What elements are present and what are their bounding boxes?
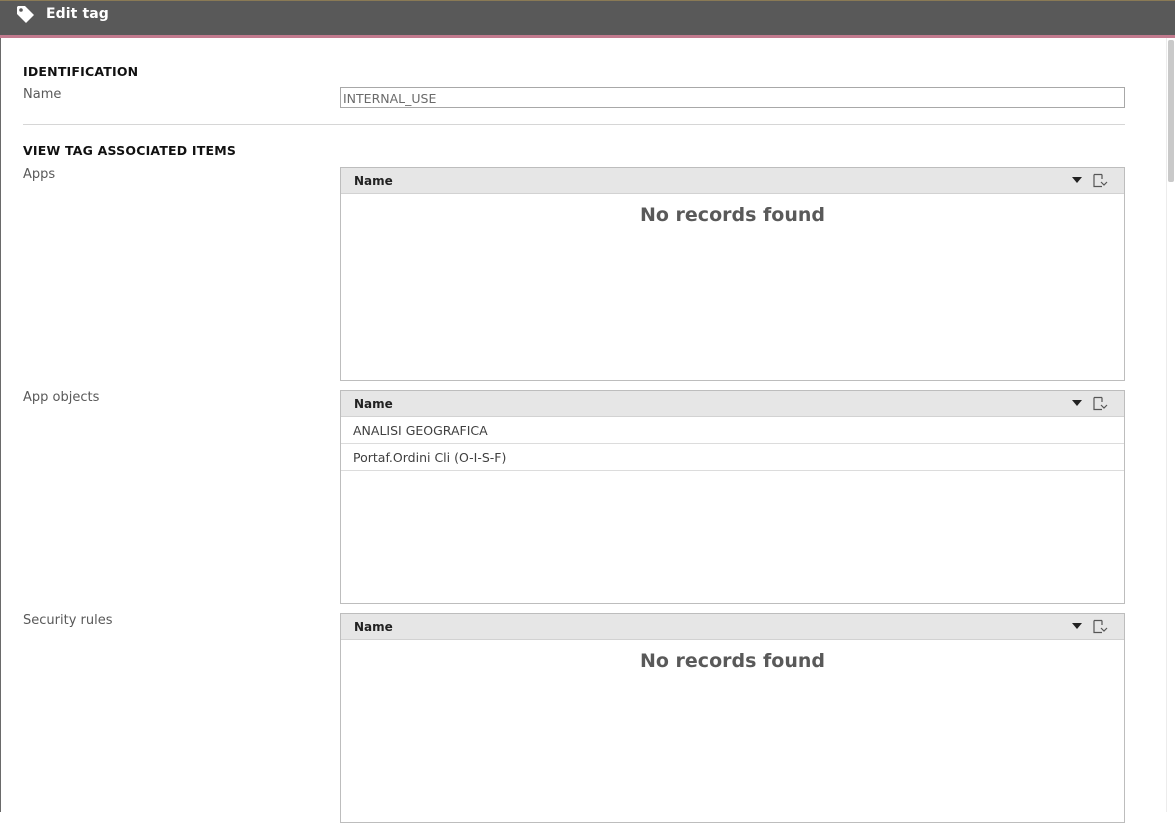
tag-icon: [17, 6, 34, 23]
name-label: Name: [23, 87, 62, 102]
sort-down-icon[interactable]: [1071, 620, 1083, 632]
app-objects-grid: Name ANALISI GEOGRAFICA Portaf.Ordini Cl…: [340, 390, 1125, 604]
name-input[interactable]: [340, 87, 1125, 108]
sort-down-icon[interactable]: [1071, 397, 1083, 409]
app-objects-grid-header: Name: [341, 391, 1124, 417]
apps-empty-message: No records found: [639, 204, 825, 226]
column-picker-icon[interactable]: [1092, 619, 1108, 634]
apps-grid: Name No records found: [340, 167, 1125, 381]
security-rules-label: Security rules: [23, 613, 113, 628]
security-rules-name-column[interactable]: Name: [354, 620, 393, 634]
scrollbar-thumb[interactable]: [1168, 40, 1174, 182]
identification-header: IDENTIFICATION: [23, 64, 139, 79]
sort-down-icon[interactable]: [1071, 174, 1083, 186]
apps-label: Apps: [23, 167, 56, 182]
apps-grid-header: Name: [341, 168, 1124, 194]
apps-name-column[interactable]: Name: [354, 174, 393, 188]
security-rules-grid: Name No records found: [340, 613, 1125, 823]
dialog-title: Edit tag: [46, 6, 109, 22]
associated-items-header: VIEW TAG ASSOCIATED ITEMS: [23, 143, 237, 158]
section-divider: [23, 124, 1125, 125]
table-row[interactable]: ANALISI GEOGRAFICA: [341, 417, 1124, 444]
security-rules-empty-message: No records found: [639, 650, 825, 672]
app-objects-name-column[interactable]: Name: [354, 397, 393, 411]
app-objects-label: App objects: [23, 390, 100, 405]
dialog-titlebar: Edit tag: [0, 0, 1175, 35]
window-frame-left: [0, 38, 1, 812]
security-rules-grid-header: Name: [341, 614, 1124, 640]
column-picker-icon[interactable]: [1092, 173, 1108, 188]
titlebar-accent-line: [0, 35, 1175, 38]
column-picker-icon[interactable]: [1092, 396, 1108, 411]
table-row[interactable]: Portaf.Ordini Cli (O-I-S-F): [341, 444, 1124, 471]
